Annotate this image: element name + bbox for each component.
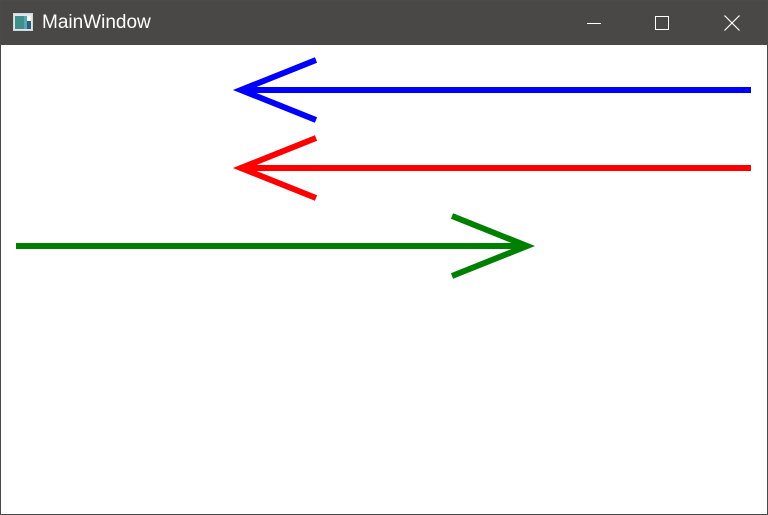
minimize-icon [587,23,601,24]
maximize-icon [655,16,669,30]
drawing-canvas [1,45,767,514]
close-icon [723,15,740,31]
app-icon [13,13,33,31]
red-arrow [232,135,751,201]
main-window: MainWindow [0,0,768,515]
minimize-button[interactable] [560,1,628,45]
maximize-button[interactable] [628,1,696,45]
title-bar[interactable]: MainWindow [1,1,767,45]
window-title: MainWindow [42,12,151,33]
close-button[interactable] [696,1,767,45]
blue-arrow [232,57,751,123]
green-arrow [16,213,536,279]
